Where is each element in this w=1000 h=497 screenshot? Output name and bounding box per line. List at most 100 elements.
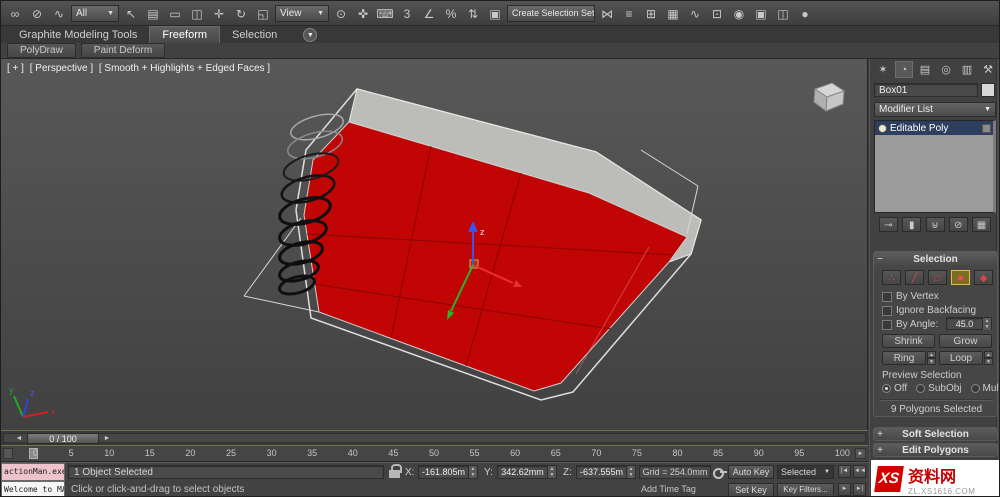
radio-icon[interactable] [970,384,980,393]
border-mode-icon[interactable]: □ [928,270,947,285]
modifier-stack[interactable]: Editable Poly [874,120,996,213]
bind-to-spacewarp-icon[interactable]: ∿ [49,4,69,23]
z-coord-field[interactable]: -637.555m ▲ ▼ [576,465,636,479]
unlink-selection-icon[interactable]: ⊘ [27,4,47,23]
preview-option[interactable]: Off [882,383,907,394]
add-time-tag[interactable]: Add Time Tag [641,484,696,494]
select-by-name-icon[interactable]: ▤ [143,4,163,23]
polygon-mode-icon[interactable]: ■ [951,270,970,285]
reference-coordsys-dropdown[interactable]: View ▼ [275,4,329,22]
radio-icon[interactable] [916,384,926,393]
configure-modifier-sets-icon[interactable]: ▦ [972,217,991,232]
maxscript-listener-line[interactable]: Welcome to MAX! [1,481,65,496]
ribbon-minimize-button[interactable]: ▼ [303,28,318,42]
viewport-menu-view[interactable]: [ Perspective ] [30,63,93,74]
polydraw-panel-button[interactable]: PolyDraw [7,43,76,58]
by-angle-spinner[interactable]: ▲ ▼ [982,317,991,330]
motion-tab-icon[interactable]: ◎ [937,61,955,78]
tab-selection[interactable]: Selection [220,27,289,43]
previous-key-button[interactable]: ◄◄ [853,465,866,478]
select-and-link-icon[interactable]: ∞ [5,4,25,23]
select-and-rotate-icon[interactable]: ↻ [231,4,251,23]
curve-editor-icon[interactable]: ∿ [685,4,705,23]
select-and-manipulate-icon[interactable]: ✜ [353,4,373,23]
object-color-swatch[interactable] [981,83,995,97]
by-angle-field[interactable]: 45.0 ▲ ▼ [946,317,992,330]
previous-frame-arrow[interactable]: ◄ [14,434,24,444]
paint-deform-panel-button[interactable]: Paint Deform [80,43,166,58]
set-key-icon[interactable] [713,468,727,479]
render-production-icon[interactable]: ● [795,4,815,23]
tab-freeform[interactable]: Freeform [149,26,221,43]
viewport-menu-shading[interactable]: [ Smooth + Highlights + Edged Faces ] [99,63,270,74]
layer-manager-icon[interactable]: ⊞ [641,4,661,23]
element-mode-icon[interactable]: ◆ [974,270,993,285]
rendered-frame-icon[interactable]: ◫ [773,4,793,23]
selection-lock-icon[interactable] [389,464,402,478]
preview-option[interactable]: SubObj [916,383,962,394]
soft-selection-rollout[interactable]: + Soft Selection [873,427,998,441]
utilities-tab-icon[interactable]: ⚒ [979,61,997,78]
window-crossing-icon[interactable]: ◫ [187,4,207,23]
create-tab-icon[interactable]: ✶ [874,61,892,78]
pin-stack-icon[interactable]: ⊸ [879,217,898,232]
ring-button[interactable]: Ring [882,351,926,365]
next-key-button[interactable]: ►| [853,483,866,496]
tab-graphite-modeling-tools[interactable]: Graphite Modeling Tools [7,27,149,43]
z-spinner[interactable]: ▲ ▼ [626,466,635,478]
angle-snap-icon[interactable]: ∠ [419,4,439,23]
key-selection-dropdown[interactable]: Selected ▼ [777,465,834,479]
spinner-snap-icon[interactable]: ⇅ [463,4,483,23]
auto-key-button[interactable]: Auto Key [728,465,774,479]
use-pivot-center-icon[interactable]: ⊙ [331,4,351,23]
ring-spinner[interactable]: ▲ ▼ [927,351,936,365]
selection-filter-dropdown[interactable]: All ▼ [71,4,119,22]
grow-button[interactable]: Grow [939,334,992,348]
show-end-result-icon[interactable]: ▮ [902,217,922,232]
goto-start-button[interactable]: |◄ [838,465,851,478]
snaps-toggle-icon[interactable]: 3 [397,4,417,23]
macro-recorder-line[interactable]: actionMan.exec [1,463,65,481]
selection-rollout-header[interactable]: − Selection [874,252,997,266]
schematic-view-icon[interactable]: ⊡ [707,4,727,23]
next-frame-arrow[interactable]: ► [102,434,112,444]
named-selection-set-dropdown[interactable]: Create Selection Set ▼ [507,4,595,22]
object-name-field[interactable]: Box01 [874,83,978,97]
perspective-viewport[interactable]: [ + ] [ Perspective ] [ Smooth + Highlig… [1,59,868,430]
material-editor-icon[interactable]: ◉ [729,4,749,23]
time-slider-track[interactable] [3,433,866,443]
percent-snap-icon[interactable]: % [441,4,461,23]
modifier-list-dropdown[interactable]: Modifier List ▼ [874,102,996,117]
stack-row-pin[interactable] [982,123,991,133]
trackbar-next-button[interactable]: ► [855,448,866,459]
play-button[interactable]: ► [838,483,851,496]
viewport-menu-plus[interactable]: [ + ] [7,63,24,74]
by-angle-checkbox[interactable] [882,319,892,330]
preview-option[interactable]: Multi [970,383,999,394]
loop-button[interactable]: Loop [939,351,983,365]
vertex-mode-icon[interactable]: ∴ [882,270,901,285]
modifier-stack-row[interactable]: Editable Poly [875,121,993,135]
edit-named-sets-icon[interactable]: ▣ [485,4,505,23]
make-unique-icon[interactable]: ⊎ [925,217,945,232]
align-icon[interactable]: ≡ [619,4,639,23]
x-spinner[interactable]: ▲ ▼ [468,466,477,478]
graphite-toggle-icon[interactable]: ▦ [663,4,683,23]
select-object-icon[interactable]: ↖ [121,4,141,23]
x-coord-field[interactable]: -161.805m ▲ ▼ [418,465,478,479]
edit-polygons-rollout[interactable]: + Edit Polygons [873,443,998,457]
set-key-button[interactable]: Set Key [728,483,774,496]
key-filters-button[interactable]: Key Filters... [777,483,834,496]
ignore-backfacing-checkbox[interactable] [882,305,892,316]
hierarchy-tab-icon[interactable]: ▤ [916,61,934,78]
box-object[interactable] [813,82,846,112]
render-setup-icon[interactable]: ▣ [751,4,771,23]
select-and-scale-icon[interactable]: ◱ [253,4,273,23]
select-and-move-icon[interactable]: ✛ [209,4,229,23]
track-bar[interactable]: 0 5 10 15 20 25 30 35 40 45 50 55 60 65 70 75 80 85 90 95 10… [1,446,868,462]
shrink-button[interactable]: Shrink [882,334,935,348]
edge-mode-icon[interactable]: ╱ [905,270,924,285]
y-spinner[interactable]: ▲ ▼ [547,466,556,478]
keyboard-override-icon[interactable]: ⌨ [375,4,395,23]
by-vertex-checkbox[interactable] [882,291,892,302]
